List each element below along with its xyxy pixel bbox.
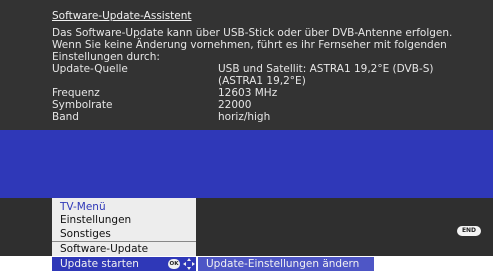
- description-line: Wenn Sie keine Änderung vornehmen, führt…: [52, 39, 447, 51]
- frequency-value: 12603 MHz: [218, 87, 278, 99]
- description-line: Einstellungen durch:: [52, 51, 160, 63]
- blue-background: [0, 130, 493, 198]
- menu-item-sonstiges[interactable]: Sonstiges: [60, 228, 111, 240]
- band-label: Band: [52, 111, 79, 123]
- nav-arrows-icon: [182, 257, 196, 271]
- update-source-label: Update-Quelle: [52, 63, 128, 75]
- page-title: Software-Update-Assistent: [52, 10, 192, 22]
- update-source-value: USB und Satellit: ASTRA1 19,2°E (DVB-S): [218, 63, 434, 75]
- footer-bar: Update starten OK Update-Einstellungen ä…: [0, 256, 493, 276]
- info-description: Das Software-Update kann über USB-Stick …: [52, 27, 482, 63]
- info-panel: Software-Update-Assistent Das Software-U…: [0, 0, 493, 130]
- update-settings-label: Update-Einstellungen ändern: [206, 258, 360, 270]
- description-line: Das Software-Update kann über USB-Stick …: [52, 27, 453, 39]
- frequency-label: Frequenz: [52, 87, 100, 99]
- band-value: horiz/high: [218, 111, 271, 123]
- update-source-value-2: (ASTRA1 19,2°E): [218, 75, 306, 87]
- menu-title: TV-Menü: [60, 201, 106, 213]
- update-start-label: Update starten: [60, 258, 139, 270]
- symbolrate-value: 22000: [218, 99, 252, 111]
- tv-screen: Software-Update-Assistent Das Software-U…: [0, 0, 493, 276]
- menu-item-einstellungen[interactable]: Einstellungen: [60, 214, 131, 226]
- symbolrate-label: Symbolrate: [52, 99, 113, 111]
- end-key-icon[interactable]: END: [457, 226, 481, 236]
- ok-key-icon: OK: [168, 259, 180, 269]
- menu-item-label: Software-Update: [60, 243, 149, 255]
- update-start-button[interactable]: Update starten OK: [52, 257, 196, 271]
- update-settings-button[interactable]: Update-Einstellungen ändern: [198, 257, 374, 271]
- menu-item-software-update[interactable]: Software-Update: [52, 241, 196, 256]
